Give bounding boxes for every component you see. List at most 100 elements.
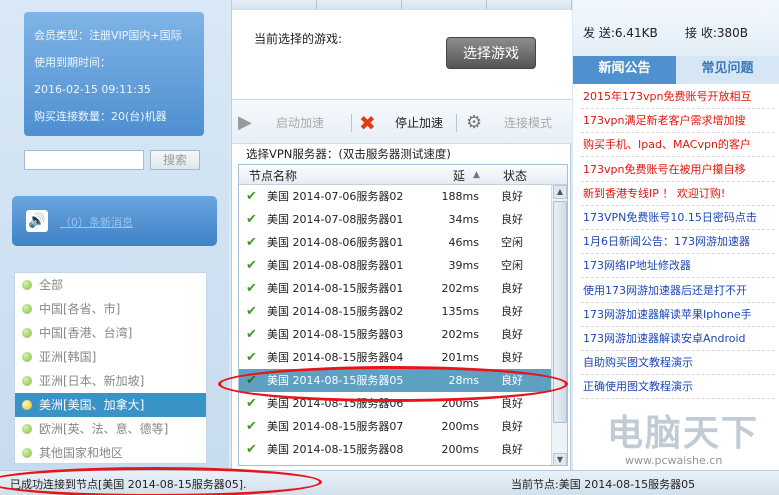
server-ping: 200ms bbox=[441, 397, 479, 410]
news-item[interactable]: 173vpn免费账号在被用户攥自移 bbox=[583, 162, 779, 178]
server-ping: 202ms bbox=[441, 282, 479, 295]
server-name: 美国 2014-08-06服务器01 bbox=[267, 236, 404, 249]
server-name: 美国 2014-08-15服务器03 bbox=[267, 328, 404, 341]
region-item[interactable]: 亚洲[日本、新加坡] bbox=[15, 369, 206, 393]
checkmark-icon: ✔ bbox=[246, 235, 257, 250]
vertical-scrollbar[interactable]: ▲ ▼ bbox=[551, 185, 567, 465]
news-divider bbox=[581, 132, 775, 134]
server-row[interactable]: ✔ 美国 2014-08-15服务器08 200ms 良好 bbox=[239, 438, 553, 461]
connect-mode-label: 连接模式 bbox=[504, 116, 553, 130]
region-item[interactable]: 全部 bbox=[15, 273, 206, 297]
column-header-ping[interactable]: 延 bbox=[453, 167, 465, 184]
stop-x-icon: ✖ bbox=[359, 111, 376, 135]
news-item[interactable]: 自助购买图文教程演示 bbox=[583, 355, 779, 371]
server-row[interactable]: ✔ 美国 2014-08-15服务器03 202ms 良好 bbox=[239, 323, 553, 346]
region-dot-icon bbox=[22, 304, 32, 314]
toolbar-divider bbox=[351, 114, 352, 132]
main-panel: 当前选择的游戏: 选择游戏 ▶ 启动加速 ✖ 停止加速 ⚙ 连接模式 选择VPN… bbox=[231, 0, 572, 470]
stop-accel-button[interactable]: ✖ 停止加速 bbox=[359, 112, 443, 134]
watermark-url: www.pcwaishe.cn bbox=[625, 454, 723, 467]
column-header-status[interactable]: 状态 bbox=[503, 167, 527, 184]
region-label: 欧洲[英、法、意、德等] bbox=[39, 422, 169, 436]
news-item[interactable]: 使用173网游加速器后还是打不开 bbox=[583, 283, 779, 299]
top-tab[interactable] bbox=[487, 0, 572, 10]
news-item[interactable]: 购买手机、Ipad、MACvpn的客户 bbox=[583, 137, 779, 153]
server-ping: 200ms bbox=[441, 443, 479, 456]
server-name: 美国 2014-08-15服务器07 bbox=[267, 420, 404, 433]
server-name: 美国 2014-08-15服务器05 bbox=[267, 374, 404, 387]
region-item[interactable]: 亚洲[韩国] bbox=[15, 345, 206, 369]
news-item[interactable]: 173网游加速器解读安卓Android bbox=[583, 331, 779, 347]
scroll-down-icon[interactable]: ▼ bbox=[553, 453, 567, 465]
top-tab[interactable] bbox=[317, 0, 402, 10]
news-divider bbox=[581, 156, 775, 158]
news-tabs: 新闻公告 常见问题 bbox=[573, 56, 779, 84]
region-item[interactable]: 中国[香港、台湾] bbox=[15, 321, 206, 345]
gear-icon: ⚙ bbox=[466, 112, 483, 133]
region-item[interactable]: 其他国家和地区 bbox=[15, 441, 206, 463]
start-accel-button[interactable]: ▶ 启动加速 bbox=[238, 112, 324, 134]
connect-mode-button[interactable]: ⚙ 连接模式 bbox=[466, 112, 552, 134]
region-label: 亚洲[韩国] bbox=[39, 350, 97, 364]
server-status: 空闲 bbox=[501, 236, 523, 249]
status-bar: 已成功连接到节点[美国 2014-08-15服务器05]. 当前节点:美国 20… bbox=[0, 470, 779, 495]
news-item[interactable]: 173网游加速器解读苹果Iphone手 bbox=[583, 307, 779, 323]
server-status: 良好 bbox=[501, 213, 523, 226]
column-header-name[interactable]: 节点名称 bbox=[249, 167, 297, 184]
news-item[interactable]: 1月6日新闻公告：173网游加速器 bbox=[583, 234, 779, 250]
server-row[interactable]: ✔ 美国 2014-08-15服务器05 28ms 良好 bbox=[239, 369, 553, 392]
server-row[interactable]: ✔ 美国 2014-07-08服务器01 34ms 良好 bbox=[239, 208, 553, 231]
left-panel: 会员类型：注册VIP国内+国际 使用到期时间： 2016-02-15 09:11… bbox=[0, 0, 229, 470]
select-game-button[interactable]: 选择游戏 bbox=[446, 37, 536, 69]
search-button[interactable]: 搜索 bbox=[150, 150, 200, 170]
region-item[interactable]: 中国[各省、市] bbox=[15, 297, 206, 321]
news-divider bbox=[581, 374, 775, 376]
server-status: 良好 bbox=[501, 443, 523, 456]
start-accel-label: 启动加速 bbox=[276, 116, 325, 130]
scroll-thumb[interactable] bbox=[553, 201, 567, 423]
server-row[interactable]: ✔ 美国 2014-08-15服务器01 202ms 良好 bbox=[239, 277, 553, 300]
news-item[interactable]: 新到香港专线IP ！ 欢迎订购! bbox=[583, 186, 779, 202]
server-row[interactable]: ✔ 美国 2014-08-08服务器01 39ms 空闲 bbox=[239, 254, 553, 277]
server-table: 节点名称 延 ▲ 状态 ✔ 美国 2014-07-06服务器02 188ms 良好 ✔ 美… bbox=[238, 164, 568, 466]
server-name: 美国 2014-07-08服务器01 bbox=[267, 213, 404, 226]
news-item[interactable]: 173vpn满足新老客户需求增加搜 bbox=[583, 113, 779, 129]
region-dot-icon bbox=[22, 448, 32, 458]
news-item[interactable]: 173网络IP地址修改器 bbox=[583, 258, 779, 274]
message-box: 🔊 （0）条新消息 bbox=[12, 196, 217, 246]
server-row[interactable]: ✔ 美国 2014-08-15服务器04 201ms 良好 bbox=[239, 346, 553, 369]
scroll-up-icon[interactable]: ▲ bbox=[553, 185, 567, 199]
member-info-card: 会员类型：注册VIP国内+国际 使用到期时间： 2016-02-15 09:11… bbox=[24, 12, 204, 136]
checkmark-icon: ✔ bbox=[246, 189, 257, 204]
news-divider bbox=[581, 301, 775, 303]
server-name: 美国 2014-08-15服务器06 bbox=[267, 397, 404, 410]
server-row[interactable]: ✔ 美国 2014-07-06服务器02 188ms 良好 bbox=[239, 185, 553, 208]
server-ping: 202ms bbox=[441, 328, 479, 341]
stop-accel-label: 停止加速 bbox=[395, 116, 444, 130]
new-messages-link[interactable]: （0）条新消息 bbox=[60, 214, 133, 230]
top-tab[interactable] bbox=[402, 0, 487, 10]
news-divider bbox=[581, 277, 775, 279]
expiry-value: 2016-02-15 09:11:35 bbox=[34, 83, 151, 96]
server-name: 美国 2014-08-15服务器08 bbox=[267, 443, 404, 456]
search-input[interactable] bbox=[24, 150, 144, 170]
watermark-logo: 电脑天下 www.pcwaishe.cn bbox=[595, 404, 775, 467]
server-row[interactable]: ✔ 美国 2014-08-06服务器01 46ms 空闲 bbox=[239, 231, 553, 254]
server-ping: 188ms bbox=[441, 190, 479, 203]
news-divider bbox=[581, 108, 775, 109]
top-tab[interactable] bbox=[232, 0, 317, 10]
server-list-title: 选择VPN服务器：(双击服务器测试速度) bbox=[246, 147, 451, 161]
region-item[interactable]: 欧洲[英、法、意、德等] bbox=[15, 417, 206, 441]
region-dot-icon bbox=[22, 328, 32, 338]
news-item[interactable]: 2015年173vpn免费账号开放相互 bbox=[583, 89, 779, 105]
server-row[interactable]: ✔ 美国 2014-08-15服务器07 200ms 良好 bbox=[239, 415, 553, 438]
news-item[interactable]: 正确使用图文教程演示 bbox=[583, 379, 779, 395]
tab-news[interactable]: 新闻公告 bbox=[573, 56, 676, 84]
right-panel: 发 送:6.41KB 接 收:380B 新闻公告 常见问题 2015年173vp… bbox=[573, 0, 779, 470]
server-row[interactable]: ✔ 美国 2014-08-15服务器02 135ms 良好 bbox=[239, 300, 553, 323]
region-item[interactable]: 美洲[美国、加拿大] bbox=[15, 393, 206, 417]
server-row[interactable]: ✔ 美国 2014-08-15服务器06 200ms 良好 bbox=[239, 392, 553, 415]
news-item[interactable]: 173VPN免费账号10.15日密码点击 bbox=[583, 210, 779, 226]
tab-faq[interactable]: 常见问题 bbox=[676, 56, 779, 84]
server-ping: 34ms bbox=[448, 213, 479, 226]
